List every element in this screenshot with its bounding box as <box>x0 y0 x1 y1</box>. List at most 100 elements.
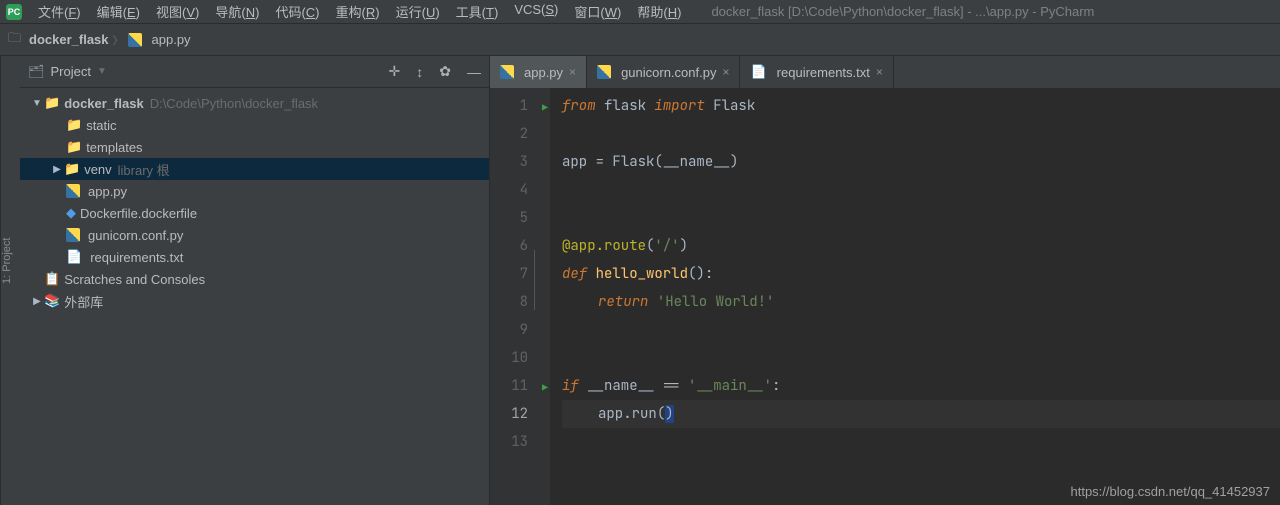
tree-project-root[interactable]: docker_flask D:\Code\Python\docker_flask <box>20 92 489 114</box>
code-line[interactable]: app.run() <box>562 400 1280 428</box>
menu-item[interactable]: 窗口(W) <box>566 0 629 23</box>
project-panel-header: Project ▼ ✛ ↕ ✿ — <box>20 56 489 88</box>
editor-tab[interactable]: app.py × <box>490 56 587 88</box>
code-line[interactable]: return 'Hello World!' <box>562 288 1280 316</box>
tree-file-app[interactable]: app.py <box>20 180 489 202</box>
folder-icon <box>66 117 82 133</box>
tab-label: gunicorn.conf.py <box>621 65 716 80</box>
folder-icon <box>64 161 80 177</box>
code-line[interactable] <box>562 428 1280 456</box>
breadcrumb-bar: docker_flask app.py <box>0 24 1280 56</box>
code-line[interactable]: @app.route('/') <box>562 232 1280 260</box>
line-number[interactable]: 6 <box>490 232 528 260</box>
code-line[interactable]: if __name__ == '__main__': <box>562 372 1280 400</box>
menu-item[interactable]: 视图(V) <box>148 0 207 23</box>
tree-folder-static[interactable]: static <box>20 114 489 136</box>
code-line[interactable]: from flask import Flask <box>562 92 1280 120</box>
tree-path-hint: D:\Code\Python\docker_flask <box>150 96 318 111</box>
menu-item[interactable]: 重构(R) <box>328 0 388 23</box>
folder-icon <box>8 29 23 51</box>
code-line[interactable] <box>562 204 1280 232</box>
editor-tab[interactable]: requirements.txt× <box>740 56 893 88</box>
text-file-icon <box>750 64 770 80</box>
breadcrumb-file[interactable]: app.py <box>128 32 191 47</box>
breadcrumb-project[interactable]: docker_flask <box>8 29 109 51</box>
run-marker-icon[interactable]: ▶ <box>542 94 548 122</box>
editor-tab-bar: app.py×gunicorn.conf.py×requirements.txt… <box>490 56 1280 88</box>
close-icon[interactable]: × <box>569 65 576 79</box>
expand-icon[interactable]: ↕ <box>416 64 423 80</box>
line-number[interactable]: 7 <box>490 260 528 288</box>
window-title: docker_flask [D:\Code\Python\docker_flas… <box>711 4 1094 19</box>
line-number[interactable]: 9 <box>490 316 528 344</box>
text-file-icon <box>66 249 86 265</box>
tree-file-dockerfile[interactable]: ◆ Dockerfile.dockerfile <box>20 202 489 224</box>
tree-folder-venv[interactable]: venv library 根 <box>20 158 489 180</box>
menu-item[interactable]: 编辑(E) <box>89 0 148 23</box>
tree-folder-templates[interactable]: templates <box>20 136 489 158</box>
menu-item[interactable]: 代码(C) <box>267 0 327 23</box>
run-marker-icon[interactable]: ▶ <box>542 374 548 402</box>
project-panel-title: Project <box>51 64 91 79</box>
tree-label: gunicorn.conf.py <box>88 228 183 243</box>
tree-external-libraries[interactable]: 外部库 <box>20 290 489 312</box>
code-line[interactable] <box>562 176 1280 204</box>
chevron-down-icon[interactable]: ▼ <box>97 66 107 77</box>
tree-file-requirements[interactable]: requirements.txt <box>20 246 489 268</box>
tree-label: templates <box>86 140 142 155</box>
line-number[interactable]: 11 <box>490 372 528 400</box>
disclosure-triangle-icon[interactable] <box>30 98 44 109</box>
close-icon[interactable]: × <box>722 65 729 79</box>
code-line[interactable] <box>562 344 1280 372</box>
menu-item[interactable]: 运行(U) <box>388 0 448 23</box>
menu-item[interactable]: 导航(N) <box>207 0 267 23</box>
app-icon: PC <box>6 4 22 20</box>
close-icon[interactable]: × <box>876 65 883 79</box>
gear-icon[interactable]: ✿ <box>439 63 451 80</box>
menu-item[interactable]: 帮助(H) <box>629 0 689 23</box>
python-icon <box>66 228 80 242</box>
tree-label: venv <box>84 162 111 177</box>
tree-label: 外部库 <box>64 292 103 311</box>
tool-window-tab-project[interactable]: 1: Project <box>0 56 20 505</box>
editor-tab[interactable]: gunicorn.conf.py × <box>587 56 740 88</box>
editor-body[interactable]: ▶ ▶ 12345678910111213 from flask import … <box>490 88 1280 505</box>
line-number[interactable]: 13 <box>490 428 528 456</box>
code-editor[interactable]: from flask import Flask app = Flask(__nam… <box>550 88 1280 505</box>
tree-label: docker_flask <box>64 96 144 111</box>
locate-icon[interactable]: ✛ <box>389 63 401 80</box>
project-panel: Project ▼ ✛ ↕ ✿ — docker_flask D:\Code\P… <box>20 56 490 505</box>
line-number[interactable]: 1 <box>490 92 528 120</box>
menu-item[interactable]: 文件(F) <box>30 0 89 23</box>
python-icon <box>66 184 80 198</box>
tree-label: app.py <box>88 184 127 199</box>
disclosure-triangle-icon[interactable] <box>50 164 64 175</box>
python-icon <box>500 65 514 79</box>
line-number[interactable]: 3 <box>490 148 528 176</box>
menu-item[interactable]: 工具(T) <box>448 0 507 23</box>
project-tree: docker_flask D:\Code\Python\docker_flask… <box>20 88 489 316</box>
code-line[interactable] <box>562 316 1280 344</box>
tab-label: app.py <box>524 65 563 80</box>
minimize-icon[interactable]: — <box>467 64 481 80</box>
line-number[interactable]: 10 <box>490 344 528 372</box>
editor-gutter[interactable]: ▶ ▶ 12345678910111213 <box>490 88 550 505</box>
library-icon <box>44 293 60 309</box>
fold-indicator <box>534 250 535 310</box>
code-line[interactable]: def hello_world(): <box>562 260 1280 288</box>
line-number[interactable]: 4 <box>490 176 528 204</box>
breadcrumb-file-label: app.py <box>152 32 191 47</box>
line-number[interactable]: 12 <box>490 400 528 428</box>
tree-scratches[interactable]: Scratches and Consoles <box>20 268 489 290</box>
folder-icon <box>66 139 82 155</box>
line-number[interactable]: 8 <box>490 288 528 316</box>
menu-item[interactable]: VCS(S) <box>506 0 566 23</box>
line-number[interactable]: 5 <box>490 204 528 232</box>
code-line[interactable]: app = Flask(__name__) <box>562 148 1280 176</box>
tree-file-gunicorn[interactable]: gunicorn.conf.py <box>20 224 489 246</box>
line-number[interactable]: 2 <box>490 120 528 148</box>
python-icon <box>128 33 142 47</box>
disclosure-triangle-icon[interactable] <box>30 296 44 307</box>
code-line[interactable] <box>562 120 1280 148</box>
tree-label: Scratches and Consoles <box>64 272 205 287</box>
